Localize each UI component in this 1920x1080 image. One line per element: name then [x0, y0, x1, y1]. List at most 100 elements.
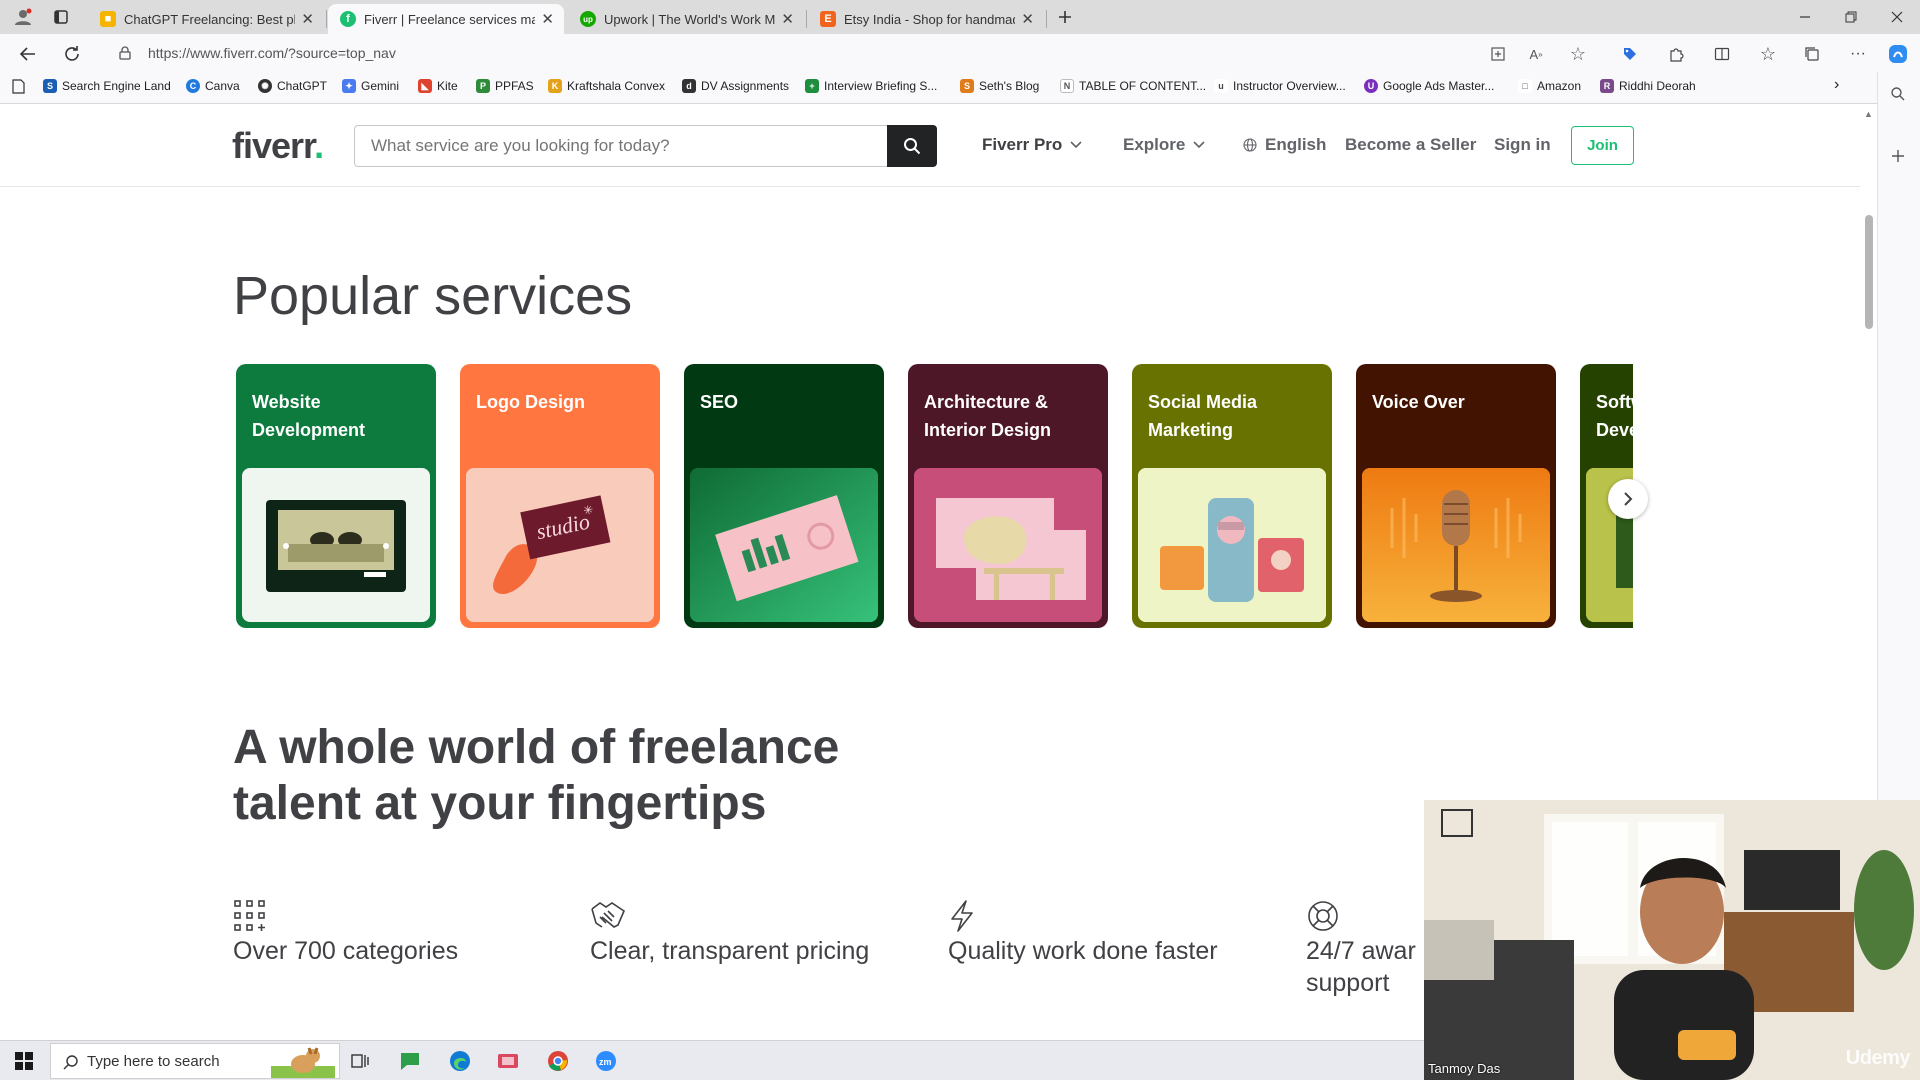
close-tab-icon[interactable]: ✕	[541, 10, 554, 28]
new-tab-icon[interactable]	[1050, 6, 1080, 28]
tab-upwork[interactable]: up Upwork | The World's Work Mar ✕	[568, 4, 804, 34]
chrome-icon[interactable]	[544, 1047, 572, 1075]
service-card-seo[interactable]: SEO	[684, 364, 884, 628]
reading-list-icon[interactable]	[12, 79, 25, 94]
bookmark-item[interactable]: u Instructor Overview...	[1214, 79, 1346, 93]
browser-tab-bar: ■ ChatGPT Freelancing: Best platfo ✕ f F…	[0, 0, 1920, 34]
collections-icon[interactable]	[1800, 42, 1824, 66]
bookmark-item[interactable]: □ Amazon	[1518, 79, 1581, 93]
service-card-label: SEO	[700, 392, 739, 412]
bookmark-label: Riddhi Deorah	[1619, 79, 1696, 93]
bookmark-label: Instructor Overview...	[1233, 79, 1346, 93]
lock-icon[interactable]	[118, 46, 132, 60]
become-seller-link[interactable]: Become a Seller	[1345, 135, 1476, 155]
search-input[interactable]	[371, 136, 871, 156]
back-icon[interactable]	[16, 42, 40, 66]
service-card-website-development[interactable]: Website Development	[236, 364, 436, 628]
extension-tag-icon[interactable]	[1618, 42, 1642, 66]
bookmark-item[interactable]: ✦ Gemini	[342, 79, 399, 93]
bookmark-label: Kite	[437, 79, 458, 93]
bookmark-item[interactable]: C Canva	[186, 79, 240, 93]
explore-dropdown[interactable]: Explore	[1123, 135, 1205, 155]
url-bar[interactable]: https://www.fiverr.com/?source=top_nav	[100, 39, 1575, 67]
bookmark-label: Amazon	[1537, 79, 1582, 93]
etsy-tab-icon: E	[820, 11, 836, 27]
video-app-icon[interactable]	[494, 1047, 522, 1075]
tab-title: ChatGPT Freelancing: Best platfo	[124, 11, 295, 27]
bookmark-item[interactable]: + Interview Briefing S...	[805, 79, 937, 93]
bookmark-item[interactable]: ✺ ChatGPT	[258, 79, 327, 93]
search-button[interactable]	[887, 125, 937, 167]
language-selector[interactable]: English	[1243, 135, 1326, 155]
logo-dot: .	[314, 125, 324, 166]
minimize-icon[interactable]	[1790, 6, 1820, 28]
windows-start-icon[interactable]	[10, 1047, 38, 1075]
bookmark-item[interactable]: P PPFAS	[476, 79, 534, 93]
feature-label: Clear, transparent pricing	[590, 937, 870, 965]
bookmark-item[interactable]: N TABLE OF CONTENT...	[1060, 79, 1206, 93]
logo-design-image: studio ✳	[466, 468, 654, 622]
voice-over-image	[1362, 468, 1550, 622]
search-box	[354, 125, 937, 167]
app-available-icon[interactable]	[1486, 42, 1510, 66]
extensions-puzzle-icon[interactable]	[1664, 42, 1688, 66]
edge-browser-icon[interactable]	[446, 1047, 474, 1075]
bookmark-item[interactable]: S Search Engine Land	[43, 79, 171, 93]
scroll-up-icon[interactable]: ▲	[1864, 109, 1873, 119]
service-card-label: Software Development	[1596, 392, 1633, 440]
tab-fiverr[interactable]: f Fiverr | Freelance services market ✕	[328, 4, 564, 34]
chatgpt-tab-icon: ■	[100, 11, 116, 27]
split-screen-icon[interactable]	[1710, 42, 1734, 66]
reload-icon[interactable]	[60, 42, 84, 66]
tab-title: Upwork | The World's Work Mar	[604, 11, 776, 27]
sidebar-add-icon[interactable]	[1890, 148, 1906, 164]
bookmark-item[interactable]: ◣ Kite	[418, 79, 458, 93]
bookmark-item[interactable]: R Riddhi Deorah	[1600, 79, 1696, 93]
bookmark-favicon-icon: K	[548, 79, 562, 93]
tab-etsy[interactable]: E Etsy India - Shop for handmade, ✕	[808, 4, 1044, 34]
copilot-icon[interactable]	[1886, 42, 1910, 66]
bookmark-item[interactable]: S Seth's Blog	[960, 79, 1039, 93]
more-menu-icon[interactable]: ···	[1846, 42, 1870, 66]
tab-title: Etsy India - Shop for handmade,	[844, 11, 1016, 27]
scrollbar-thumb[interactable]	[1865, 215, 1873, 329]
task-view-icon[interactable]	[346, 1047, 374, 1075]
close-window-icon[interactable]	[1882, 6, 1912, 28]
favorites-icon[interactable]: ☆	[1756, 42, 1780, 66]
fiverr-logo[interactable]: fiverr.	[232, 125, 324, 167]
udemy-watermark: Udemy	[1845, 1047, 1911, 1069]
tab-actions-icon[interactable]	[46, 6, 76, 28]
taskbar-search[interactable]: Type here to search	[50, 1043, 340, 1079]
service-card-social-media-marketing[interactable]: Social Media Marketing	[1132, 364, 1332, 628]
zoom-icon[interactable]: zm	[592, 1047, 620, 1075]
close-tab-icon[interactable]: ✕	[781, 10, 794, 28]
bookmark-favicon-icon: P	[476, 79, 490, 93]
feature-support: 24/7 awar support	[1306, 899, 1416, 997]
bookmark-favicon-icon: N	[1060, 79, 1074, 93]
bookmarks-overflow-icon[interactable]: ›	[1834, 76, 1839, 94]
globe-icon	[1243, 138, 1257, 152]
sidebar-search-icon[interactable]	[1890, 86, 1906, 102]
close-tab-icon[interactable]: ✕	[301, 10, 314, 28]
close-tab-icon[interactable]: ✕	[1021, 10, 1034, 28]
upwork-tab-icon: up	[580, 11, 596, 27]
service-card-logo-design[interactable]: Logo Design studio ✳	[460, 364, 660, 628]
chat-app-icon[interactable]	[396, 1047, 424, 1075]
bookmark-label: ChatGPT	[277, 79, 328, 93]
carousel-next-button[interactable]	[1608, 479, 1648, 519]
bookmark-item[interactable]: d DV Assignments	[682, 79, 789, 93]
service-card-voice-over[interactable]: Voice Over	[1356, 364, 1556, 628]
feature-pricing: Clear, transparent pricing	[590, 899, 869, 965]
restore-icon[interactable]	[1836, 6, 1866, 28]
fiverr-pro-dropdown[interactable]: Fiverr Pro	[982, 135, 1082, 155]
tab-chatgpt[interactable]: ■ ChatGPT Freelancing: Best platfo ✕	[88, 4, 324, 34]
bookmark-item[interactable]: U Google Ads Master...	[1364, 79, 1494, 93]
service-card-architecture-interior-design[interactable]: Architecture & Interior Design	[908, 364, 1108, 628]
join-button[interactable]: Join	[1571, 126, 1634, 165]
grid-icon	[234, 900, 265, 931]
bookmark-item[interactable]: K Kraftshala Convex	[548, 79, 665, 93]
sign-in-link[interactable]: Sign in	[1494, 135, 1551, 155]
read-aloud-icon[interactable]: A»	[1524, 42, 1548, 66]
profile-icon[interactable]	[8, 6, 38, 28]
favorite-star-icon[interactable]: ☆	[1566, 42, 1590, 66]
